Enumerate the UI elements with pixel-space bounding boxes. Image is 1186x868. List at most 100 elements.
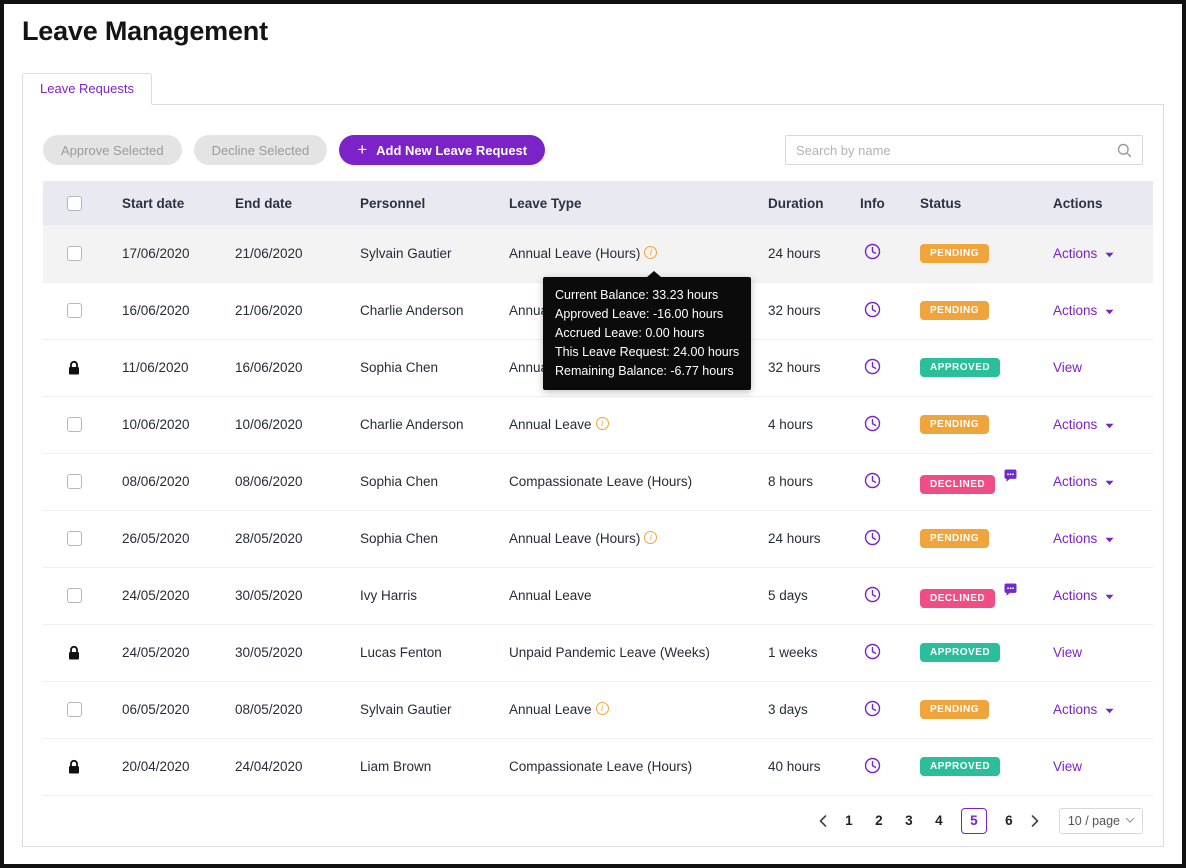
row-checkbox[interactable] [67, 702, 82, 718]
tab-leave-requests[interactable]: Leave Requests [22, 73, 152, 105]
row-checkbox[interactable] [67, 417, 82, 433]
caret-down-icon [1105, 309, 1114, 315]
caret-down-icon [1105, 252, 1114, 257]
start-date-cell: 24/05/2020 [122, 645, 190, 660]
actions-cell: Actions [1053, 453, 1153, 510]
actions-cell: Actions [1053, 567, 1153, 624]
status-cell: PENDING [920, 681, 1053, 738]
actions-menu-button[interactable]: Actions [1053, 417, 1114, 432]
actions-menu-button[interactable]: Actions [1053, 702, 1114, 717]
info-cell [860, 225, 920, 282]
info-icon[interactable]: i [644, 531, 658, 544]
history-clock-icon[interactable] [864, 415, 881, 432]
history-clock-icon[interactable] [864, 529, 881, 546]
end-date-cell: 21/06/2020 [235, 245, 303, 261]
personnel-cell: Sylvain Gautier [360, 702, 452, 717]
page-button[interactable]: 5 [960, 807, 987, 834]
prev-page-button[interactable] [817, 814, 829, 827]
start-date-cell: 06/05/2020 [122, 702, 190, 717]
page-size-select[interactable]: 10 / page [1058, 807, 1143, 834]
leave-type-cell: Unpaid Pandemic Leave (Weeks) [509, 645, 710, 660]
info-cell [860, 567, 920, 624]
row-checkbox[interactable] [67, 474, 82, 490]
page-button[interactable]: 3 [901, 813, 917, 828]
history-clock-icon[interactable] [864, 472, 881, 489]
search-icon[interactable] [1117, 143, 1132, 158]
add-new-leave-request-label: Add New Leave Request [376, 142, 528, 158]
history-clock-icon[interactable] [864, 643, 881, 660]
page-button[interactable]: 1 [841, 813, 857, 828]
leave-balance-tooltip: Current Balance: 33.23 hours Approved Le… [543, 271, 752, 390]
comment-icon[interactable] [1003, 469, 1018, 483]
view-link[interactable]: View [1053, 759, 1082, 774]
page-button[interactable]: 2 [871, 813, 887, 828]
lock-icon [69, 645, 79, 660]
next-page-button[interactable] [1029, 814, 1041, 827]
comment-icon[interactable] [1003, 583, 1018, 597]
status-badge: APPROVED [920, 757, 1001, 776]
approve-selected-button[interactable]: Approve Selected [43, 135, 182, 165]
status-cell: DECLINED [920, 567, 1053, 624]
status-badge: APPROVED [920, 358, 1001, 377]
page-title: Leave Management [22, 16, 268, 46]
end-date-cell: 24/04/2020 [235, 759, 303, 774]
table-wrap: Start date End date Personnel Leave Type Dur… [43, 181, 1153, 796]
caret-down-icon [1105, 537, 1114, 543]
row-checkbox[interactable] [67, 531, 82, 547]
status-badge: PENDING [920, 243, 990, 263]
tab-bar: Leave Requests [22, 73, 1182, 105]
select-all-checkbox[interactable] [67, 195, 82, 211]
history-clock-icon[interactable] [864, 700, 881, 717]
personnel-cell: Sophia Chen [360, 474, 439, 489]
end-date-cell: 21/06/2020 [235, 303, 303, 318]
info-icon[interactable]: i [595, 702, 609, 715]
search-box [785, 135, 1143, 165]
history-clock-icon[interactable] [864, 301, 881, 318]
actions-cell: Actions [1053, 396, 1153, 453]
decline-selected-button[interactable]: Decline Selected [193, 135, 328, 165]
tooltip-line: Remaining Balance: -6.77 hours [555, 364, 734, 378]
actions-menu-button[interactable]: Actions [1053, 588, 1114, 603]
personnel-cell: Sylvain Gautier [360, 245, 452, 261]
add-new-leave-request-button[interactable]: + Add New Leave Request [339, 135, 546, 165]
table-row: 20/04/2020 24/04/2020 Liam Brown Compassion… [43, 738, 1153, 795]
actions-menu-button[interactable]: Actions [1053, 531, 1114, 546]
search-input[interactable] [796, 142, 1117, 158]
end-date-cell: 30/05/2020 [235, 588, 303, 603]
pagination: 123456 10 / page [43, 807, 1143, 834]
actions-cell: Actions [1053, 681, 1153, 738]
page-button[interactable]: 6 [1001, 813, 1017, 828]
end-date-cell: 08/06/2020 [235, 474, 303, 489]
leave-requests-panel: Approve Selected Decline Selected + Add … [22, 104, 1164, 847]
status-cell: PENDING [920, 396, 1053, 453]
actions-menu-button[interactable]: Actions [1053, 303, 1114, 318]
personnel-cell: Charlie Anderson [360, 303, 464, 318]
row-checkbox[interactable] [67, 588, 82, 604]
table-row: 17/06/2020 21/06/2020 Sylvain Gautier Annua… [43, 225, 1153, 282]
view-link[interactable]: View [1053, 645, 1082, 660]
info-icon[interactable]: i [644, 245, 658, 259]
actions-menu-button[interactable]: Actions [1053, 474, 1114, 489]
start-date-cell: 17/06/2020 [122, 245, 190, 261]
row-checkbox[interactable] [67, 246, 82, 262]
page-size-label: 10 / page [1067, 813, 1120, 828]
column-header: End date [235, 195, 293, 211]
caret-down-icon [1105, 423, 1114, 429]
start-date-cell: 16/06/2020 [122, 303, 190, 318]
row-checkbox[interactable] [67, 303, 82, 319]
history-clock-icon[interactable] [864, 358, 881, 375]
page-button[interactable]: 4 [931, 813, 947, 828]
view-link[interactable]: View [1053, 360, 1082, 375]
duration-cell: 4 hours [768, 417, 814, 432]
info-cell [860, 738, 920, 795]
history-clock-icon[interactable] [864, 243, 881, 260]
page-numbers: 123456 [841, 807, 1017, 834]
leave-type-cell: Annual Leave i [509, 396, 768, 453]
info-icon[interactable]: i [595, 417, 609, 430]
history-clock-icon[interactable] [864, 586, 881, 603]
history-clock-icon[interactable] [864, 757, 881, 774]
table-row: 10/06/2020 10/06/2020 Charlie Anderson Annu… [43, 396, 1153, 453]
actions-cell: Actions [1053, 510, 1153, 567]
actions-menu-button[interactable]: Actions [1053, 246, 1114, 261]
table-row: 06/05/2020 08/05/2020 Sylvain Gautier Annua… [43, 681, 1153, 738]
